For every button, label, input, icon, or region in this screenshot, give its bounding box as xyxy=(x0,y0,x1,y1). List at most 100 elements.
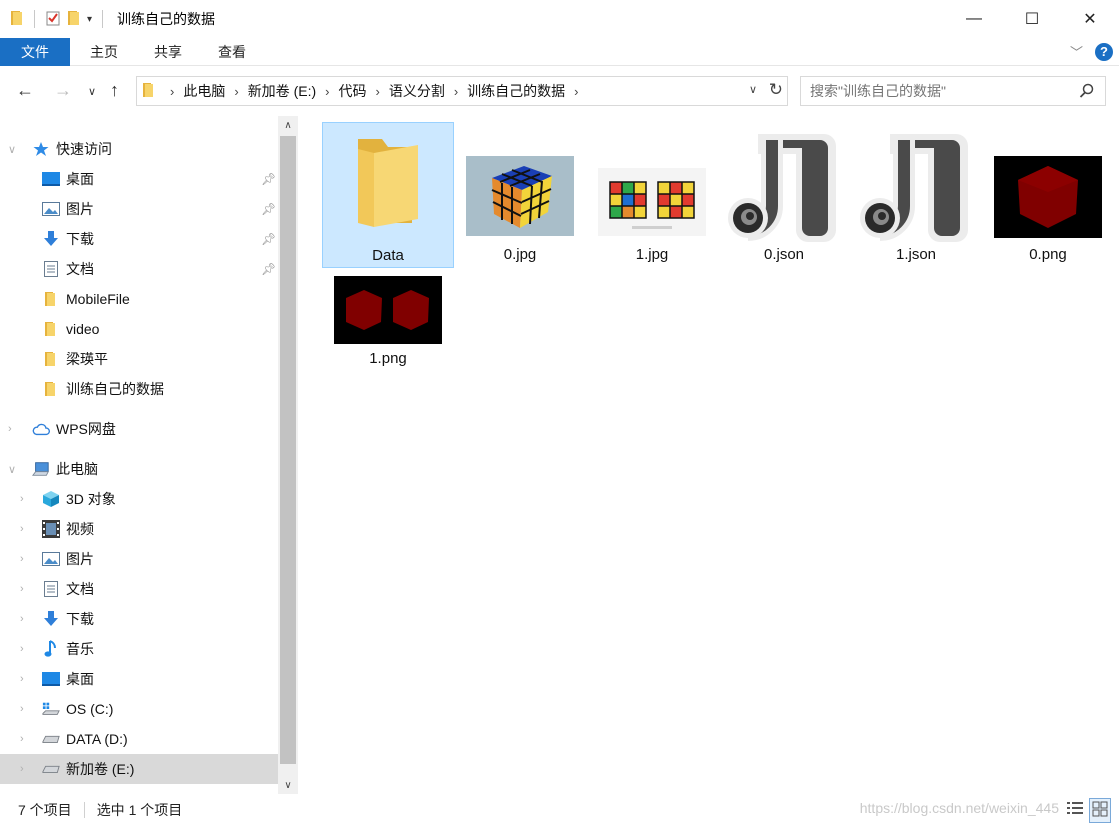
file-name: 0.json xyxy=(763,246,805,263)
sidebar-item-documents[interactable]: 文档 📌︎ xyxy=(0,254,278,284)
close-button[interactable]: ✕ xyxy=(1061,0,1119,38)
folder-icon xyxy=(42,291,60,307)
sidebar-item-drive-c[interactable]: › OS (C:) xyxy=(0,694,278,724)
chevron-right-icon[interactable]: › xyxy=(20,583,24,595)
help-icon[interactable]: ? xyxy=(1095,42,1113,61)
scroll-thumb[interactable] xyxy=(280,136,296,764)
file-name: 1.jpg xyxy=(635,246,669,263)
tab-share[interactable]: 共享 xyxy=(136,42,200,62)
chevron-right-icon[interactable]: › xyxy=(20,703,24,715)
chevron-right-icon[interactable]: › xyxy=(170,84,174,99)
customize-dropdown-icon[interactable]: ▾ xyxy=(87,14,92,25)
chevron-right-icon[interactable]: › xyxy=(234,84,238,99)
rubiks-cubes-thumbnail xyxy=(598,168,706,236)
sidebar-item-videos[interactable]: › 视频 xyxy=(0,514,278,544)
sidebar-item-quick-access[interactable]: ∨ 快速访问 xyxy=(0,134,278,164)
pin-icon[interactable]: 📌︎ xyxy=(261,232,276,246)
tab-home[interactable]: 主页 xyxy=(72,42,136,62)
search-icon[interactable] xyxy=(1079,83,1095,102)
recent-locations-chevron-icon[interactable]: ∨ xyxy=(88,85,96,98)
up-arrow-icon[interactable]: ↑ xyxy=(110,80,119,101)
navigation-pane: ∨ 快速访问 桌面 📌︎ 图片 📌︎ 下载 📌︎ 文档 📌︎ MobileFil… xyxy=(0,116,278,786)
sidebar-item-training-data[interactable]: 训练自己的数据 xyxy=(0,374,278,404)
chevron-right-icon[interactable]: › xyxy=(20,733,24,745)
chevron-right-icon[interactable]: › xyxy=(20,493,24,505)
file-item-1-png[interactable]: 1.png xyxy=(322,270,454,416)
file-item-data-folder[interactable]: Data xyxy=(322,122,454,268)
scroll-up-icon[interactable]: ∧ xyxy=(278,116,298,134)
back-arrow-icon[interactable]: ← xyxy=(16,80,34,101)
chevron-right-icon[interactable]: › xyxy=(375,84,379,99)
minimize-button[interactable]: — xyxy=(945,0,1003,38)
sidebar-item-this-pc[interactable]: ∨ 此电脑 xyxy=(0,454,278,484)
forward-arrow-icon[interactable]: → xyxy=(54,80,72,101)
drive-c-icon xyxy=(42,701,60,717)
file-item-1-jpg[interactable]: 1.jpg xyxy=(586,122,718,268)
sidebar-item-pc-documents[interactable]: › 文档 xyxy=(0,574,278,604)
sidebar-item-drive-e[interactable]: › 新加卷 (E:) xyxy=(0,754,278,784)
chevron-right-icon[interactable]: › xyxy=(20,643,24,655)
sidebar-item-drive-d[interactable]: › DATA (D:) xyxy=(0,724,278,754)
sidebar-item-video[interactable]: video xyxy=(0,314,278,344)
sidebar-item-pc-desktop[interactable]: › 桌面 xyxy=(0,664,278,694)
chevron-right-icon[interactable]: › xyxy=(20,673,24,685)
download-icon xyxy=(42,611,60,627)
file-item-0-json[interactable]: 0.json xyxy=(718,122,850,268)
sidebar-item-wps-cloud[interactable]: › WPS网盘 xyxy=(0,414,278,444)
chevron-right-icon[interactable]: › xyxy=(8,423,12,435)
pin-icon[interactable]: 📌︎ xyxy=(261,262,276,276)
file-name: 1.json xyxy=(895,246,937,263)
chevron-down-icon[interactable]: ∨ xyxy=(8,463,16,476)
expand-ribbon-icon[interactable]: ﹀ xyxy=(1070,42,1083,61)
search-box[interactable] xyxy=(800,76,1106,106)
chevron-right-icon[interactable]: › xyxy=(454,84,458,99)
address-bar[interactable]: › 此电脑 › 新加卷 (E:) › 代码 › 语义分割 › 训练自己的数据 ›… xyxy=(136,76,788,106)
sidebar-item-label: 文档 xyxy=(66,261,94,277)
breadcrumb-segmentation[interactable]: 语义分割 xyxy=(389,81,445,101)
properties-icon[interactable] xyxy=(45,10,61,29)
chevron-right-icon[interactable]: › xyxy=(20,523,24,535)
sidebar-item-label: 3D 对象 xyxy=(66,491,116,507)
sidebar-item-downloads[interactable]: 下载 📌︎ xyxy=(0,224,278,254)
breadcrumb-this-pc[interactable]: 此电脑 xyxy=(183,81,225,101)
chevron-right-icon[interactable]: › xyxy=(325,84,329,99)
red-cubes-mask-thumbnail xyxy=(334,276,442,344)
sidebar-item-label: 下载 xyxy=(66,611,94,627)
chevron-right-icon[interactable]: › xyxy=(20,553,24,565)
maximize-button[interactable]: ☐ xyxy=(1003,0,1061,38)
documents-icon xyxy=(42,261,60,277)
sidebar-item-pc-pictures[interactable]: › 图片 xyxy=(0,544,278,574)
download-icon xyxy=(42,231,60,247)
file-item-0-jpg[interactable]: 0.jpg xyxy=(454,122,586,268)
refresh-icon[interactable]: ↻ xyxy=(769,80,783,100)
details-view-icon[interactable] xyxy=(1065,798,1085,823)
chevron-down-icon[interactable]: ∨ xyxy=(8,143,16,156)
chevron-right-icon[interactable]: › xyxy=(574,84,578,99)
chevron-right-icon[interactable]: › xyxy=(20,613,24,625)
json-file-icon xyxy=(860,134,968,242)
new-folder-icon[interactable] xyxy=(67,10,81,29)
scroll-down-icon[interactable]: ∨ xyxy=(278,776,298,794)
file-item-1-json[interactable]: 1.json xyxy=(850,122,982,268)
sidebar-item-mobilefile[interactable]: MobileFile xyxy=(0,284,278,314)
tab-view[interactable]: 查看 xyxy=(200,42,264,62)
address-dropdown-icon[interactable]: ∨ xyxy=(749,83,757,96)
large-icons-view-icon[interactable] xyxy=(1089,798,1111,823)
search-input[interactable] xyxy=(810,83,1070,99)
sidebar-item-folder-liang[interactable]: 梁瑛平 xyxy=(0,344,278,374)
sidebar-item-desktop[interactable]: 桌面 📌︎ xyxy=(0,164,278,194)
pin-icon[interactable]: 📌︎ xyxy=(261,202,276,216)
pin-icon[interactable]: 📌︎ xyxy=(261,172,276,186)
status-bar: 7 个项目 选中 1 个项目 https://blog.csdn.net/wei… xyxy=(0,796,1119,824)
breadcrumb-current[interactable]: 训练自己的数据 xyxy=(467,81,565,101)
sidebar-item-pc-downloads[interactable]: › 下载 xyxy=(0,604,278,634)
file-item-0-png[interactable]: 0.png xyxy=(982,122,1114,268)
breadcrumb-drive-e[interactable]: 新加卷 (E:) xyxy=(248,81,316,101)
breadcrumb-code[interactable]: 代码 xyxy=(338,81,366,101)
tab-file[interactable]: 文件 xyxy=(0,37,70,66)
sidebar-item-pictures[interactable]: 图片 📌︎ xyxy=(0,194,278,224)
sidebar-item-3d-objects[interactable]: › 3D 对象 xyxy=(0,484,278,514)
sidebar-scrollbar[interactable]: ∧ ∨ xyxy=(278,116,298,794)
sidebar-item-music[interactable]: › 音乐 xyxy=(0,634,278,664)
chevron-right-icon[interactable]: › xyxy=(20,763,24,775)
